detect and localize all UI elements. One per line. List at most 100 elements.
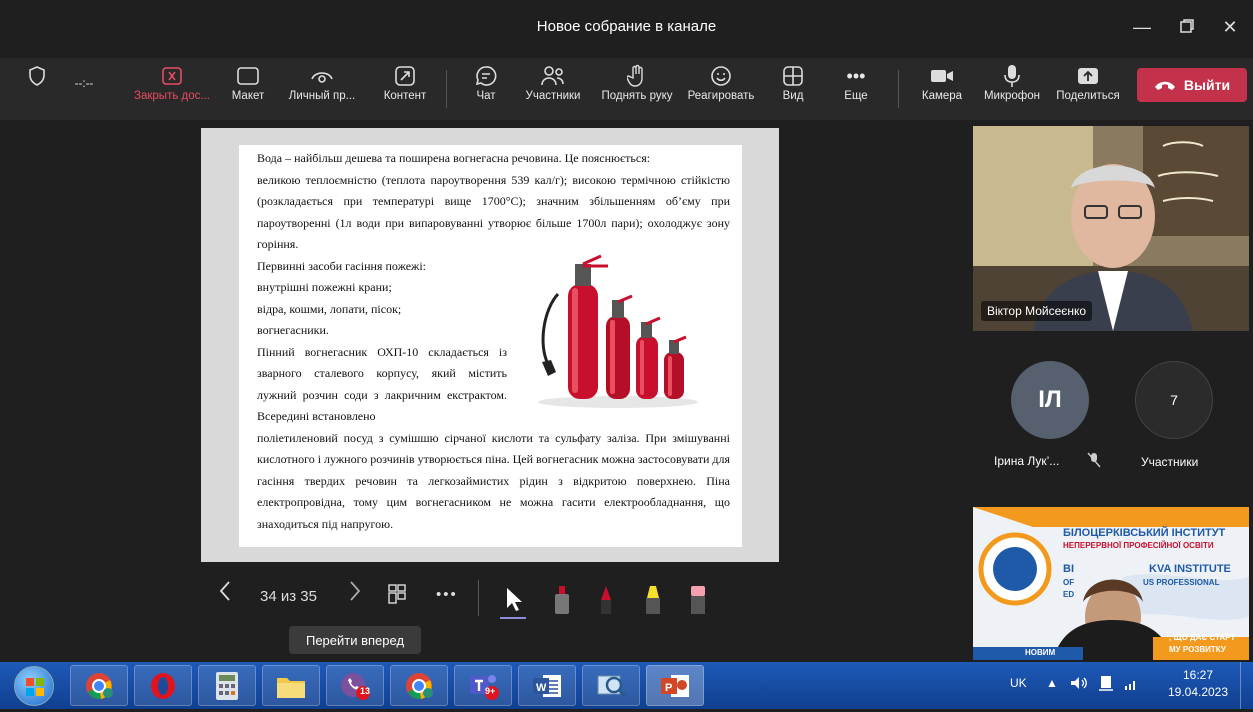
leave-button[interactable]: Выйти [1137, 68, 1247, 102]
content-button[interactable]: Контент [376, 62, 434, 116]
banner-line: БІЛОЦЕРКІВСЬКИЙ ІНСТИТУТ [1063, 527, 1226, 539]
language-indicator[interactable]: UK [1010, 676, 1027, 690]
grid-icon [783, 66, 803, 86]
taskbar-word[interactable]: W [518, 665, 576, 706]
share-icon [1078, 68, 1098, 84]
leave-label: Выйти [1183, 77, 1231, 93]
windows-logo-icon [26, 678, 44, 696]
mic-off-icon [1087, 452, 1101, 473]
word-icon: W [533, 674, 561, 697]
eraser-tool[interactable] [688, 584, 708, 620]
powerpoint-icon: P [661, 674, 689, 697]
taskbar-teams[interactable]: 9+ [454, 665, 512, 706]
svg-text:W: W [536, 682, 547, 694]
divider [446, 70, 447, 108]
highlighter-tool[interactable] [642, 584, 664, 620]
slide-text: поліетиленовий посуд з сумішшю сірчаної … [257, 430, 730, 531]
chrome-icon [406, 672, 433, 699]
next-slide-button[interactable] [348, 580, 362, 606]
clock[interactable]: 16:27 19.04.2023 [1166, 668, 1230, 699]
chat-button[interactable]: Чат [466, 62, 506, 116]
eye-icon [311, 72, 333, 83]
more-button[interactable]: ••• Еще [838, 62, 874, 116]
svg-text:P: P [665, 682, 672, 694]
stop-sharing-button[interactable]: Закрыть дос... [130, 62, 214, 116]
camera-icon [931, 70, 953, 82]
maximize-button[interactable] [1172, 12, 1202, 42]
device-icon[interactable] [1098, 675, 1114, 694]
taskbar-powerpoint[interactable]: P [646, 665, 704, 706]
magnifier-icon [597, 675, 627, 697]
participant-name: Ірина Лук’... [994, 454, 1060, 468]
participant-avatar[interactable]: ІЛ [1011, 361, 1089, 439]
raise-hand-button[interactable]: Поднять руку [597, 62, 677, 116]
red-pen-tool[interactable] [596, 584, 616, 620]
participants-button[interactable]: Участники [512, 62, 594, 116]
participant-video: БІЛОЦЕРКІВСЬКИЙ ІНСТИТУТ НЕПЕРЕРВНОЇ ПРО… [973, 507, 1249, 660]
eraser-icon [691, 586, 705, 614]
minimize-button[interactable]: — [1127, 12, 1157, 42]
close-window-button[interactable]: ✕ [1215, 12, 1245, 42]
fire-extinguishers-image [538, 254, 698, 408]
security-shield-icon[interactable] [22, 62, 52, 116]
participants-count-button[interactable]: 7 [1135, 361, 1213, 439]
taskbar-opera[interactable] [134, 665, 192, 706]
viber-badge: 13 [360, 686, 371, 696]
network-icon[interactable] [1124, 678, 1138, 693]
title-bar: Новое собрание в канале — ✕ [0, 0, 1253, 58]
slide-more-button[interactable]: ••• [436, 586, 458, 603]
hand-icon [627, 64, 643, 87]
slides-grid-icon [388, 584, 406, 604]
banner-line: НОВИМ [1025, 648, 1056, 657]
banner-line: BI [1063, 563, 1074, 575]
share-button[interactable]: Поделиться [1052, 62, 1124, 116]
mic-icon [1004, 65, 1020, 87]
speaker-video: Віктор Мойсеєнко [973, 126, 1249, 331]
react-button[interactable]: Реагировать [682, 62, 760, 116]
next-slide-tooltip: Перейти вперед [289, 626, 421, 654]
view-button[interactable]: Вид [776, 62, 810, 116]
personal-view-button[interactable]: Личный пр... [282, 62, 362, 116]
chat-icon [475, 66, 497, 86]
laser-pointer-icon [555, 586, 569, 614]
microphone-button[interactable]: Микрофон [976, 62, 1048, 116]
prev-slide-button[interactable] [218, 580, 232, 606]
camera-button[interactable]: Камера [916, 62, 968, 116]
teams-badge: 9+ [485, 686, 496, 696]
tray-expand-icon[interactable]: ▲ [1046, 676, 1058, 690]
clock-date: 19.04.2023 [1167, 685, 1229, 699]
banner-line: МУ РОЗВИТКУ [1169, 645, 1226, 654]
windows-taskbar: 13 9+ W P UK ▲ 16:27 19.04.2023 [0, 662, 1253, 709]
show-desktop-button[interactable] [1240, 662, 1253, 709]
taskbar-calculator[interactable] [198, 665, 256, 706]
meeting-toolbar: --:-- Закрыть дос... Макет Личный пр... … [0, 58, 1253, 120]
chrome-icon [86, 672, 113, 699]
layout-button[interactable]: Макет [226, 62, 270, 116]
more-icon: ••• [846, 65, 866, 86]
slide-text: великою теплоємністю (теплота пароутворе… [257, 172, 730, 252]
banner-line: , ЩО ДАЄ СТАРТ [1169, 633, 1236, 642]
taskbar-search-tool[interactable] [582, 665, 640, 706]
taskbar-chrome-profile[interactable] [70, 665, 128, 706]
taskbar-viber[interactable]: 13 [326, 665, 384, 706]
banner-line: ED [1063, 590, 1075, 599]
pointer-tool[interactable] [498, 584, 528, 624]
volume-icon[interactable] [1070, 676, 1088, 693]
laser-pointer-tool[interactable] [552, 584, 572, 620]
taskbar-chrome-school[interactable] [390, 665, 448, 706]
taskbar-explorer[interactable] [262, 665, 320, 706]
slide-grid-button[interactable] [388, 584, 406, 608]
folder-icon [277, 677, 305, 698]
participants-count: 7 [1170, 392, 1178, 408]
banner-line: US PROFESSIONAL [1143, 578, 1220, 587]
pen-icon [601, 586, 611, 614]
start-button[interactable] [14, 666, 54, 706]
slide-counter: 34 из 35 [260, 588, 317, 605]
banner-line: OF [1063, 578, 1075, 587]
clock-time: 16:27 [1182, 668, 1214, 682]
layout-icon [237, 67, 259, 85]
divider [478, 580, 479, 616]
banner-line: KVA INSTITUTE [1149, 563, 1231, 575]
close-box-icon [162, 67, 182, 85]
calculator-icon [216, 671, 238, 700]
